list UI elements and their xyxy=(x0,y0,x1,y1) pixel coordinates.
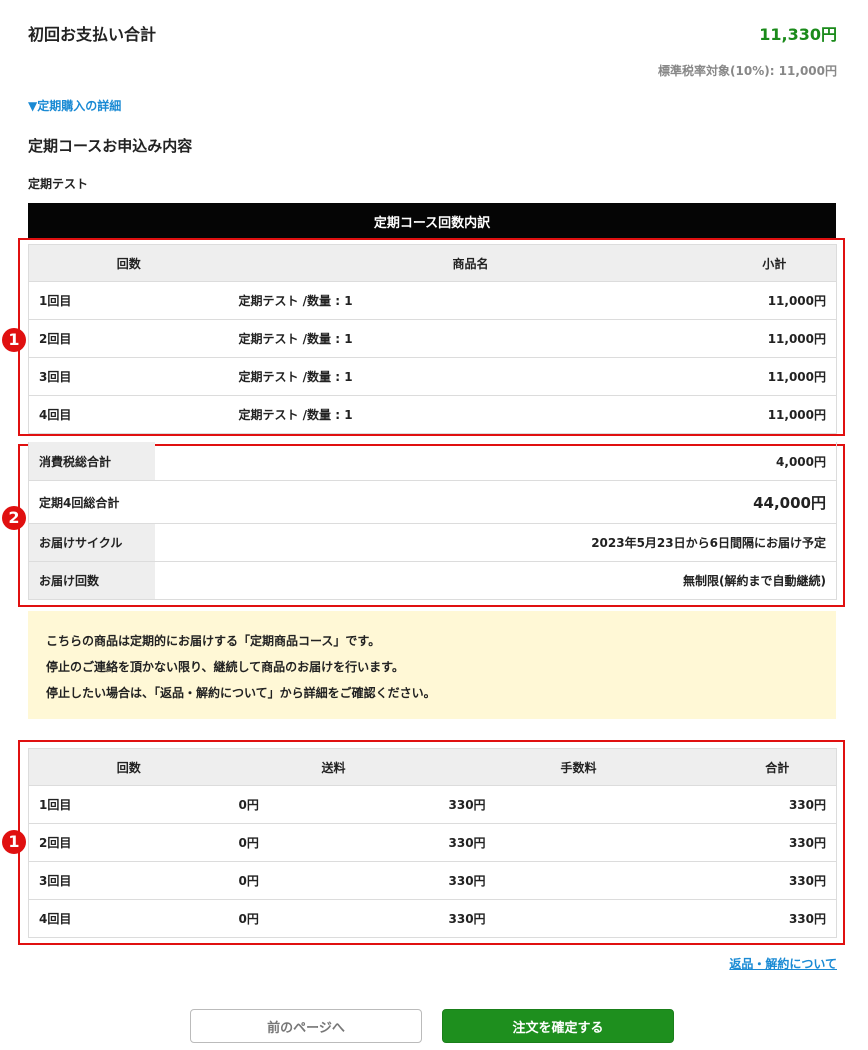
row-count: 4回目 xyxy=(28,395,229,434)
annotation-marker-1: 1 xyxy=(2,328,26,352)
row-total: 330円 xyxy=(718,861,837,900)
tax-note: 標準税率対象(10%): 11,000円 xyxy=(658,64,837,78)
notice-line-3: 停止したい場合は、「返品・解約について」から詳細をご確認ください。 xyxy=(46,686,436,700)
column-header-count: 回数 xyxy=(28,244,229,282)
row-product: 定期テスト /数量 : 1 xyxy=(228,319,713,358)
course-name: 定期テスト xyxy=(28,177,89,191)
first-payment-amount: 11,330円 xyxy=(759,25,837,44)
row-count: 1回目 xyxy=(28,785,229,824)
summary-row-tax: 消費税総合計 4,000円 xyxy=(28,442,837,481)
tax-total-value: 4,000円 xyxy=(154,442,837,481)
column-header-product: 商品名 xyxy=(228,244,713,282)
section-title: 定期コースお申込み内容 xyxy=(28,137,193,155)
tax-total-label: 消費税総合計 xyxy=(28,442,155,481)
row-subtotal: 11,000円 xyxy=(712,319,837,358)
grand-total-value: 44,000円 xyxy=(154,480,837,524)
product-table: 回数 商品名 小計 1回目 定期テスト /数量 : 1 11,000円 2回目 … xyxy=(28,244,837,434)
row-fee: 330円 xyxy=(438,823,719,862)
return-cancel-link[interactable]: 返品・解約について xyxy=(729,955,837,972)
first-payment-label: 初回お支払い合計 xyxy=(28,25,157,44)
row-count: 2回目 xyxy=(28,823,229,862)
table-row: 2回目 0円 330円 330円 xyxy=(28,823,837,862)
column-header-total: 合計 xyxy=(718,748,837,786)
summary-row-cycle: お届けサイクル 2023年5月23日から6日間隔にお届け予定 xyxy=(28,523,837,562)
annotation-marker-1-second: 1 xyxy=(2,830,26,854)
row-shipping: 0円 xyxy=(228,861,439,900)
row-total: 330円 xyxy=(718,785,837,824)
row-subtotal: 11,000円 xyxy=(712,281,837,320)
cycle-value: 2023年5月23日から6日間隔にお届け予定 xyxy=(154,523,837,562)
column-header-count: 回数 xyxy=(28,748,229,786)
table-row: 2回目 定期テスト /数量 : 1 11,000円 xyxy=(28,319,837,358)
notice-line-2: 停止のご連絡を頂かない限り、継続して商品のお届けを行います。 xyxy=(46,660,404,674)
table-row: 1回目 0円 330円 330円 xyxy=(28,785,837,824)
table-row: 4回目 定期テスト /数量 : 1 11,000円 xyxy=(28,395,837,434)
deliveries-label: お届け回数 xyxy=(28,561,155,600)
grand-total-label: 定期4回総合計 xyxy=(28,480,155,524)
summary-row-deliveries: お届け回数 無制限(解約まで自動継続) xyxy=(28,561,837,600)
product-table-header-row: 回数 商品名 小計 xyxy=(28,244,837,282)
row-count: 1回目 xyxy=(28,281,229,320)
row-shipping: 0円 xyxy=(228,899,439,938)
table-row: 3回目 定期テスト /数量 : 1 11,000円 xyxy=(28,357,837,396)
subscription-detail-link[interactable]: ▼定期購入の詳細 xyxy=(28,97,121,114)
row-count: 3回目 xyxy=(28,861,229,900)
table-row: 1回目 定期テスト /数量 : 1 11,000円 xyxy=(28,281,837,320)
back-button[interactable]: 前のページへ xyxy=(190,1009,422,1043)
row-fee: 330円 xyxy=(438,899,719,938)
table-row: 4回目 0円 330円 330円 xyxy=(28,899,837,938)
confirm-order-button[interactable]: 注文を確定する xyxy=(442,1009,674,1043)
row-fee: 330円 xyxy=(438,861,719,900)
row-shipping: 0円 xyxy=(228,823,439,862)
summary-row-grand-total: 定期4回総合計 44,000円 xyxy=(28,480,837,524)
notice-line-1: こちらの商品は定期的にお届けする「定期商品コース」です。 xyxy=(46,634,381,648)
row-fee: 330円 xyxy=(438,785,719,824)
summary-table: 消費税総合計 4,000円 定期4回総合計 44,000円 お届けサイクル 20… xyxy=(28,442,837,600)
row-product: 定期テスト /数量 : 1 xyxy=(228,281,713,320)
deliveries-value: 無制限(解約まで自動継続) xyxy=(154,561,837,600)
column-header-fee: 手数料 xyxy=(438,748,719,786)
column-header-subtotal: 小計 xyxy=(712,244,837,282)
row-count: 4回目 xyxy=(28,899,229,938)
column-header-shipping: 送料 xyxy=(228,748,439,786)
fee-table: 回数 送料 手数料 合計 1回目 0円 330円 330円 2回目 0円 330… xyxy=(28,748,837,938)
row-total: 330円 xyxy=(718,899,837,938)
row-product: 定期テスト /数量 : 1 xyxy=(228,395,713,434)
subscription-notice: こちらの商品は定期的にお届けする「定期商品コース」です。 停止のご連絡を頂かない… xyxy=(28,611,836,719)
row-subtotal: 11,000円 xyxy=(712,395,837,434)
row-count: 3回目 xyxy=(28,357,229,396)
table-row: 3回目 0円 330円 330円 xyxy=(28,861,837,900)
row-product: 定期テスト /数量 : 1 xyxy=(228,357,713,396)
row-subtotal: 11,000円 xyxy=(712,357,837,396)
row-total: 330円 xyxy=(718,823,837,862)
cycle-label: お届けサイクル xyxy=(28,523,155,562)
annotation-marker-2: 2 xyxy=(2,506,26,530)
row-count: 2回目 xyxy=(28,319,229,358)
fee-table-header-row: 回数 送料 手数料 合計 xyxy=(28,748,837,786)
breakdown-title-bar: 定期コース回数内訳 xyxy=(28,203,836,239)
row-shipping: 0円 xyxy=(228,785,439,824)
